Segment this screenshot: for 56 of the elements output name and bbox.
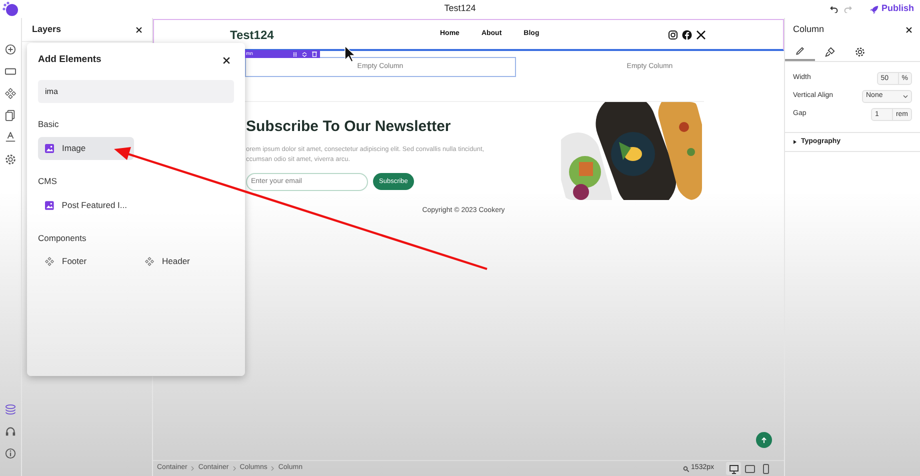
publish-button[interactable]: Publish	[870, 2, 914, 16]
settings-icon	[855, 46, 865, 56]
section-heading: Components	[38, 232, 88, 244]
search-field[interactable]: ima	[38, 80, 234, 103]
zoom-icon	[683, 466, 690, 472]
scroll-top-button[interactable]	[756, 432, 772, 448]
typography-icon[interactable]	[5, 132, 16, 143]
newsletter-heading: Subscribe To Our Newsletter	[246, 117, 452, 137]
pencil-icon	[795, 46, 805, 56]
element-item[interactable]: Image	[38, 136, 134, 160]
layers-icon[interactable]	[5, 404, 16, 415]
close-icon[interactable]	[223, 56, 230, 64]
desktop-icon	[728, 464, 738, 474]
facebook-icon[interactable]	[682, 30, 692, 40]
logo-icon[interactable]	[2, 1, 19, 17]
cursor-icon	[344, 45, 356, 63]
device-toggle[interactable]	[726, 462, 741, 475]
chevron-down-icon	[903, 95, 908, 98]
diamonds-icon[interactable]	[5, 88, 16, 99]
arrow-up-icon	[761, 437, 767, 443]
tablet-icon	[744, 464, 754, 474]
settings-icon[interactable]	[5, 154, 16, 165]
element-item[interactable]: Header	[138, 250, 234, 274]
brush-icon	[825, 46, 835, 56]
site-logo[interactable]: Test124	[230, 26, 274, 44]
chevron-right-icon	[232, 466, 236, 471]
device-toggle[interactable]	[742, 462, 757, 475]
panel-title: Column	[793, 23, 824, 36]
chevron-right-icon	[191, 466, 194, 471]
drag-icon	[293, 52, 297, 56]
rectangle-icon[interactable]	[5, 66, 16, 77]
element-item[interactable]: Footer	[38, 250, 134, 274]
image-icon	[45, 144, 54, 153]
add-icon[interactable]	[5, 44, 16, 55]
headset-icon[interactable]	[5, 426, 16, 437]
instagram-icon[interactable]	[668, 30, 678, 40]
image-icon	[45, 200, 54, 210]
section-heading: Basic	[38, 118, 60, 131]
component-icon	[145, 257, 154, 266]
chevron-right-icon	[271, 466, 274, 471]
x-icon[interactable]	[696, 30, 706, 40]
undo-icon[interactable]	[830, 5, 838, 13]
collapse-icon	[302, 52, 307, 56]
panel-title: Add Elements	[38, 52, 102, 67]
panel-title: Layers	[32, 22, 62, 36]
rocket-icon	[870, 4, 880, 14]
close-icon[interactable]	[906, 27, 912, 33]
info-icon[interactable]	[5, 448, 16, 459]
pages-icon[interactable]	[5, 110, 16, 121]
document-title: Test124	[444, 2, 476, 16]
element-item[interactable]: Post Featured I...	[38, 194, 134, 216]
mobile-icon	[760, 464, 770, 474]
section-heading: CMS	[38, 174, 58, 188]
trash-icon	[312, 51, 317, 57]
close-icon[interactable]	[136, 26, 142, 32]
component-icon	[45, 257, 54, 266]
